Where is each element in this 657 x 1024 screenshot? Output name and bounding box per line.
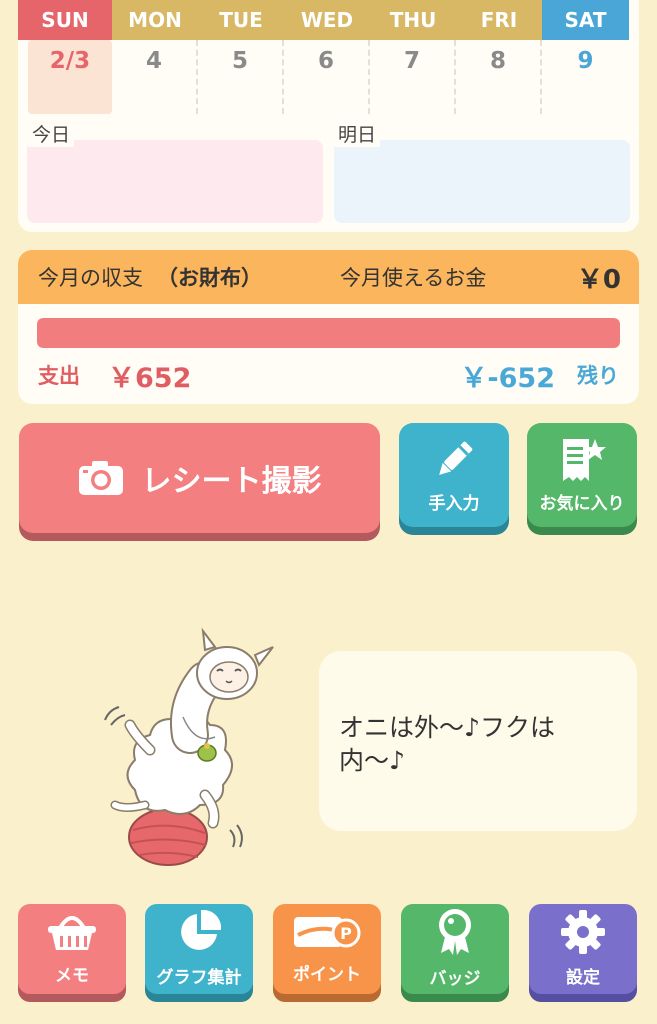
budget-header: 今月の収支 （お財布） 今月使えるお金 ￥0: [18, 250, 639, 304]
tomorrow-note-box[interactable]: [334, 140, 630, 223]
svg-text:P: P: [340, 924, 352, 943]
receipt-scan-button[interactable]: レシート撮影: [19, 423, 380, 533]
date-cell[interactable]: 5: [198, 40, 284, 114]
manual-input-label: 手入力: [428, 493, 480, 514]
nav-memo-button[interactable]: メモ: [18, 904, 126, 994]
weekday-thu: THU: [370, 0, 456, 40]
remaining-amount: ￥-652: [460, 363, 555, 394]
spending-bar-fill: [37, 318, 620, 348]
nav-graph-label: グラフ集計: [156, 968, 242, 988]
date-cell-today[interactable]: 2/3: [28, 40, 112, 114]
spent-amount: ￥652: [108, 363, 192, 394]
nav-graph-button[interactable]: グラフ集計: [145, 904, 253, 994]
spending-bar: [37, 318, 620, 348]
weekday-tue: TUE: [198, 0, 284, 40]
budget-title-text: 今月の収支: [38, 266, 143, 290]
basket-icon: [46, 912, 98, 957]
weekday-header: SUN MON TUE WED THU FRI SAT: [18, 0, 639, 40]
favorite-receipt-icon: [557, 437, 607, 483]
tomorrow-label: 明日: [334, 120, 381, 147]
weekday-mon: MON: [112, 0, 198, 40]
available-amount: ￥0: [576, 264, 621, 295]
point-card-icon: P: [292, 913, 362, 956]
speech-line-2: 内〜♪: [339, 746, 405, 775]
budget-card[interactable]: 今月の収支 （お財布） 今月使えるお金 ￥0 支出 ￥652 ￥-652 残り: [18, 250, 639, 404]
remaining-label: 残り: [577, 364, 619, 388]
gear-icon: [561, 910, 605, 959]
manual-input-button[interactable]: 手入力: [399, 423, 509, 527]
pie-chart-icon: [177, 909, 222, 959]
receipt-scan-label: レシート撮影: [141, 464, 322, 499]
date-cell[interactable]: 9: [542, 40, 629, 114]
nav-point-button[interactable]: P ポイント: [273, 904, 381, 994]
nav-settings-label: 設定: [566, 968, 600, 988]
nav-memo-label: メモ: [55, 966, 89, 986]
today-label: 今日: [28, 120, 75, 147]
wallet-label: （お財布）: [157, 266, 262, 290]
favorites-label: お気に入り: [539, 493, 625, 514]
available-label: 今月使えるお金: [340, 266, 487, 290]
budget-title: 今月の収支 （お財布）: [38, 262, 262, 292]
date-cell[interactable]: 8: [456, 40, 542, 114]
nav-settings-button[interactable]: 設定: [529, 904, 637, 994]
date-cell[interactable]: 6: [284, 40, 370, 114]
spent-label: 支出: [38, 364, 80, 388]
date-cell[interactable]: 7: [370, 40, 456, 114]
nav-badge-button[interactable]: バッジ: [401, 904, 509, 994]
speech-line-1: オニは外〜♪フクは: [339, 713, 555, 742]
pencil-icon: [431, 437, 477, 483]
date-cell[interactable]: 4: [112, 40, 198, 114]
weekday-sun: SUN: [18, 0, 112, 40]
weekday-fri: FRI: [456, 0, 542, 40]
nav-badge-label: バッジ: [429, 969, 481, 989]
favorites-button[interactable]: お気に入り: [527, 423, 637, 527]
weekday-wed: WED: [284, 0, 370, 40]
date-row: 2/3 4 5 6 7 8 9: [18, 40, 639, 114]
camera-icon: [78, 460, 124, 496]
today-note-box[interactable]: [27, 140, 323, 223]
week-calendar: SUN MON TUE WED THU FRI SAT 2/3 4 5 6 7 …: [18, 0, 639, 232]
weekday-sat: SAT: [542, 0, 629, 40]
alpaca-mascot[interactable]: [95, 625, 285, 874]
medal-icon: [433, 909, 477, 960]
nav-point-label: ポイント: [293, 965, 361, 985]
mascot-speech-bubble: オニは外〜♪フクは 内〜♪: [319, 651, 637, 831]
